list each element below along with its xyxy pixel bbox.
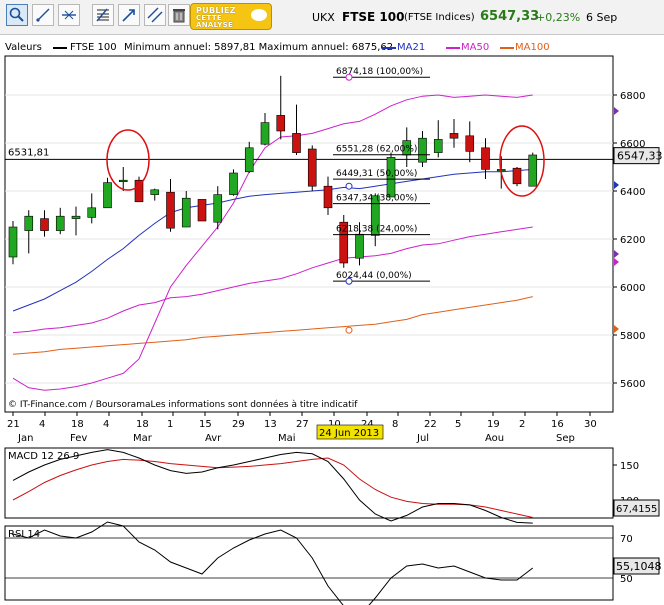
date-tick-label: 2 <box>519 419 525 430</box>
ma100-marker <box>345 326 353 334</box>
bullish-candle <box>181 197 191 228</box>
bullish-candle <box>433 139 443 153</box>
bullish-candle <box>55 215 65 231</box>
rsi-value-label: 55,1048 <box>616 560 662 573</box>
bullish-candle <box>24 215 34 231</box>
price-tick-label: 6400 <box>620 187 645 198</box>
bullish-candle <box>103 182 112 209</box>
bullish-candle <box>71 215 81 219</box>
date-tick-label: 18 <box>71 419 84 430</box>
reference-line-label: 6531,81 <box>8 147 49 158</box>
fibonacci-level-label: 6449,31 (50,00%) <box>336 169 417 179</box>
macd-panel-frame <box>4 447 614 519</box>
month-label: Mai <box>278 433 296 444</box>
price-tick-label: 5600 <box>620 379 645 390</box>
bearish-candle <box>276 115 286 132</box>
date-tick-label: 22 <box>424 419 437 430</box>
date-tick-label: 18 <box>136 419 149 430</box>
fibonacci-anchor-bottom <box>345 277 353 285</box>
price-tick-label: 5800 <box>620 331 645 342</box>
date-tick-label: 27 <box>296 419 309 430</box>
month-label: Mar <box>133 433 153 444</box>
price-tick-label: 6200 <box>620 235 645 246</box>
bullish-candle <box>418 137 427 163</box>
date-tick-label: 4 <box>103 419 109 430</box>
month-label: Avr <box>205 433 222 444</box>
rsi-panel-frame <box>4 525 614 601</box>
bearish-candle <box>323 185 333 209</box>
month-label: Jan <box>17 433 33 444</box>
copyright-watermark: © IT-Finance.com / BoursoramaLes informa… <box>8 399 358 410</box>
ma-axis-marker <box>614 258 619 266</box>
ma-axis-marker <box>614 325 619 333</box>
date-tick-label: 5 <box>455 419 461 430</box>
bearish-candle <box>166 191 175 229</box>
bullish-candle <box>118 179 128 182</box>
bullish-candle <box>260 122 270 145</box>
fibonacci-level-label: 6551,28 (62,00%) <box>336 145 417 155</box>
bullish-candle <box>87 207 97 218</box>
price-chart[interactable]: 68006600640062006000580056006531,816874,… <box>0 0 664 605</box>
bullish-candle <box>213 194 223 223</box>
month-label: Aou <box>485 433 504 444</box>
date-tick-label: 29 <box>232 419 245 430</box>
bearish-candle <box>197 199 207 222</box>
bullish-candle <box>244 147 254 173</box>
ma21-marker <box>345 182 353 190</box>
bearish-candle <box>449 133 459 139</box>
bearish-candle <box>512 167 522 185</box>
price-tick-label: 6000 <box>620 283 645 294</box>
rsi-tick-label: 50 <box>620 574 633 585</box>
date-tick-label: 13 <box>264 419 277 430</box>
macd-tick-label: 150 <box>620 461 639 472</box>
month-label: Sep <box>556 433 575 444</box>
price-tick-label: 6800 <box>620 91 645 102</box>
fibonacci-anchor-top <box>345 73 353 81</box>
main-panel-frame <box>4 55 614 413</box>
macd-value-label: 67,4155 <box>616 504 657 515</box>
bearish-candle <box>292 133 301 153</box>
date-tick-label: 30 <box>584 419 597 430</box>
bullish-candle <box>229 172 238 195</box>
fibonacci-level-label: 6218,38 (24,00%) <box>336 225 417 235</box>
bullish-candle <box>355 233 364 259</box>
bullish-candle <box>528 154 538 187</box>
bearish-candle <box>481 147 490 170</box>
bearish-candle <box>307 148 317 187</box>
date-tick-label: 19 <box>487 419 500 430</box>
date-tick-label: 21 <box>7 419 20 430</box>
ma-axis-marker <box>614 107 619 115</box>
bearish-candle <box>40 218 49 231</box>
ma-axis-marker <box>614 181 619 189</box>
fibonacci-level-label: 6347,34 (38,00%) <box>336 194 417 204</box>
last-price-badge-label: 6547,33 <box>617 150 663 163</box>
rsi-tick-label: 70 <box>620 534 633 545</box>
ma-axis-marker <box>614 250 619 258</box>
date-tick-label: 8 <box>392 419 398 430</box>
bearish-candle <box>465 135 475 152</box>
date-tick-label: 4 <box>39 419 45 430</box>
date-tick-label: 15 <box>199 419 212 430</box>
macd-label: MACD 12 26 9 <box>8 451 79 462</box>
date-highlight-label: 24 Jun 2013 <box>319 428 379 439</box>
bullish-candle <box>150 189 160 195</box>
month-label: Jul <box>416 433 429 444</box>
date-tick-label: 16 <box>551 419 564 430</box>
month-label: Fev <box>70 433 87 444</box>
date-tick-label: 1 <box>167 419 173 430</box>
bullish-candle <box>8 226 18 258</box>
